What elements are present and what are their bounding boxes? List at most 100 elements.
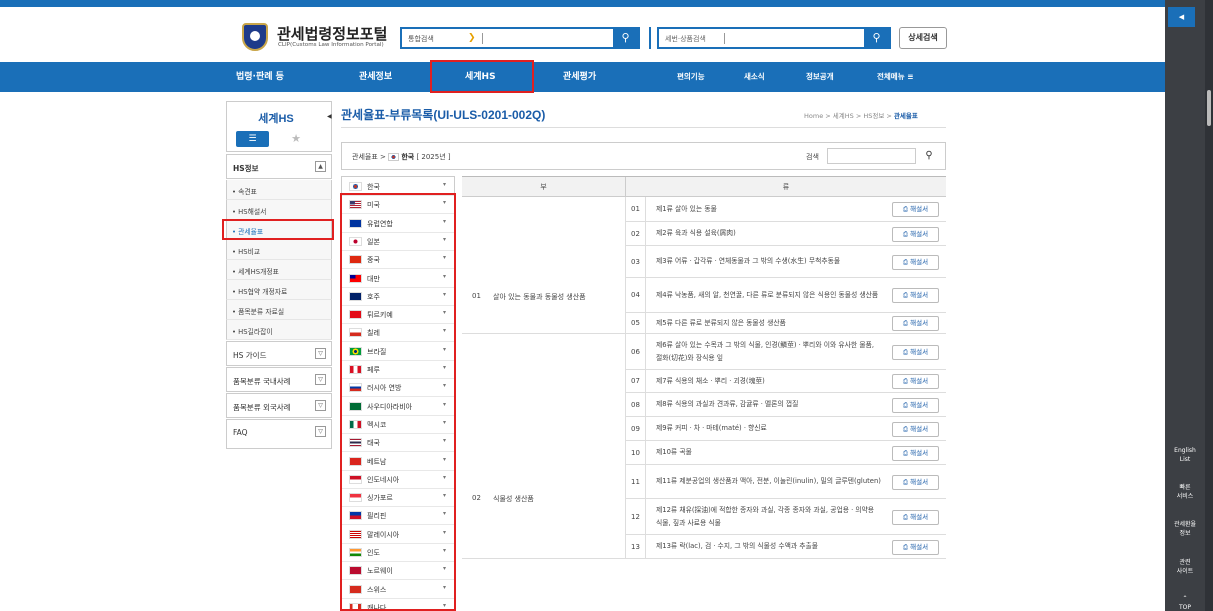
chapter-number: 07 bbox=[626, 370, 646, 392]
explanation-button[interactable]: ⎙ 해설서 bbox=[892, 509, 939, 525]
expand-icon[interactable]: ▽ bbox=[315, 400, 326, 411]
nav-item-all-menu[interactable]: 전체메뉴 ≡ bbox=[877, 62, 914, 92]
sidebar-section-label: HS정보 bbox=[233, 164, 259, 173]
filter-bar: 관세율표 > 한국 [ 2025년 ] 검색 ⚲ bbox=[341, 142, 946, 170]
explanation-button[interactable]: ⎙ 해설서 bbox=[892, 374, 939, 389]
explanation-button[interactable]: ⎙ 해설서 bbox=[892, 474, 939, 490]
table-row: 07 제7류 식용의 채소ㆍ뿌리ㆍ괴경(塊莖) ⎙ 해설서 bbox=[626, 370, 946, 393]
filter-search-input[interactable] bbox=[827, 148, 916, 164]
kr-flag-icon bbox=[349, 182, 362, 191]
chapter-number: 11 bbox=[626, 465, 646, 498]
explanation-button[interactable]: ⎙ 해설서 bbox=[892, 288, 939, 303]
integrated-search-box[interactable]: 통합검색 ❯ ⚲ bbox=[400, 27, 640, 49]
rail-exchange-rate[interactable]: 관세환율 정보 bbox=[1165, 520, 1205, 538]
explanation-button[interactable]: ⎙ 해설서 bbox=[892, 202, 939, 217]
chapter-title[interactable]: 제13류 락(lac), 검ㆍ수지, 그 밖의 식물성 수액과 추출물 bbox=[656, 535, 882, 558]
chapter-title[interactable]: 제4류 낙농품, 새의 알, 천연꿀, 다른 류로 분류되지 않은 식용인 동물… bbox=[656, 278, 882, 312]
sidebar-item-hs-explanatory[interactable]: • HS해설서 bbox=[226, 200, 332, 220]
table-row: 13 제13류 락(lac), 검ㆍ수지, 그 밖의 식물성 수액과 추출물 ⎙ 해… bbox=[626, 535, 946, 559]
chapter-title[interactable]: 제6류 살아 있는 수목과 그 밖의 식물, 인경(鱗莖)ㆍ뿌리와 이와 유사한… bbox=[656, 334, 882, 369]
explanation-button[interactable]: ⎙ 해설서 bbox=[892, 226, 939, 242]
rail-english-list[interactable]: English List bbox=[1165, 446, 1205, 464]
sidebar-section-domestic-cases[interactable]: 품목분류 국내사례 ▽ bbox=[226, 367, 332, 392]
chapter-title[interactable]: 제9류 커피ㆍ차ㆍ마테(maté)ㆍ향신료 bbox=[656, 417, 882, 440]
expand-icon[interactable]: ▽ bbox=[315, 348, 326, 359]
chapter-title[interactable]: 제1류 살아 있는 동물 bbox=[656, 197, 882, 221]
search-icon: ⚲ bbox=[621, 31, 630, 44]
tariff-search-input[interactable] bbox=[724, 33, 725, 44]
chapter-title[interactable]: 제3류 어류ㆍ갑각류ㆍ연체동물과 그 밖의 수생(水生) 무척추동물 bbox=[656, 246, 882, 277]
explanation-button[interactable]: ⎙ 해설서 bbox=[892, 421, 939, 437]
chapter-title[interactable]: 제11류 제분공업의 생산품과 맥아, 전분, 이눌린(inulin), 밀의 … bbox=[656, 465, 882, 498]
section-name[interactable]: 식물성 생산품 bbox=[493, 494, 534, 504]
search-type-select[interactable]: 통합검색 bbox=[408, 34, 434, 44]
list-icon: ☰ bbox=[248, 134, 257, 144]
explanation-button[interactable]: ⎙ 해설서 bbox=[892, 254, 939, 270]
explanation-button[interactable]: ⎙ 해설서 bbox=[892, 344, 939, 360]
rail-quick-service[interactable]: 빠른 서비스 bbox=[1165, 483, 1205, 501]
rail-related-sites[interactable]: 관련 사이트 bbox=[1165, 558, 1205, 576]
list-view-button[interactable]: ☰ bbox=[236, 131, 269, 147]
explanation-button[interactable]: ⎙ 해설서 bbox=[892, 316, 939, 331]
sidebar-section-foreign-cases[interactable]: 품목분류 외국사례 ▽ bbox=[226, 393, 332, 418]
breadcrumb-hs-info[interactable]: HS정보 bbox=[863, 112, 884, 120]
sidebar-item-classification-archive[interactable]: • 품목분류 자료실 bbox=[226, 300, 332, 320]
rail-collapse-button[interactable]: ◀ bbox=[1168, 7, 1195, 27]
search-input-cursor[interactable] bbox=[482, 33, 483, 44]
sidebar-section-hs-info[interactable]: HS정보 ▲ bbox=[226, 154, 332, 179]
nav-item-news[interactable]: 새소식 bbox=[744, 62, 765, 92]
expand-icon[interactable]: ▽ bbox=[315, 426, 326, 437]
chapter-title[interactable]: 제10류 곡물 bbox=[656, 441, 882, 464]
sidebar-item-hs-convention[interactable]: • HS협약 개정자료 bbox=[226, 280, 332, 300]
explanation-button[interactable]: ⎙ 해설서 bbox=[892, 445, 939, 461]
collapse-icon[interactable]: ▲ bbox=[315, 161, 326, 172]
chapter-number: 05 bbox=[626, 313, 646, 333]
table-row: 04 제4류 낙농품, 새의 알, 천연꿀, 다른 류로 분류되지 않은 식용인 … bbox=[626, 278, 946, 313]
search-button[interactable]: ⚲ bbox=[613, 29, 638, 47]
country-list-highlight bbox=[340, 193, 456, 611]
sidebar-section-faq[interactable]: FAQ ▽ bbox=[226, 419, 332, 449]
rail-top-button[interactable]: ⌃ TOP bbox=[1165, 594, 1205, 611]
scrollbar-thumb[interactable] bbox=[1207, 90, 1211, 126]
search-divider bbox=[649, 27, 651, 49]
nav-item-valuation[interactable]: 관세평가 bbox=[563, 62, 596, 92]
explanation-button[interactable]: ⎙ 해설서 bbox=[892, 397, 939, 413]
tariff-search-button[interactable]: ⚲ bbox=[864, 29, 889, 47]
nav-item-law[interactable]: 법령·판례 등 bbox=[236, 62, 284, 92]
logo-title: 관세법령정보포털 bbox=[277, 26, 388, 43]
collapse-arrow-icon[interactable]: ◀ bbox=[327, 113, 332, 120]
search-icon: ⚲ bbox=[925, 150, 933, 161]
chapter-title[interactable]: 제8류 식용의 과실과 견과류, 감귤류ㆍ멜론의 껍질 bbox=[656, 393, 882, 416]
explanation-button[interactable]: ⎙ 해설서 bbox=[892, 539, 939, 555]
chapter-number: 01 bbox=[626, 197, 646, 221]
section-name[interactable]: 살아 있는 동물과 동물성 생산품 bbox=[493, 292, 586, 302]
chapter-title[interactable]: 제2류 육과 식용 설육(屑肉) bbox=[656, 222, 882, 245]
sidebar-section-hs-guide[interactable]: HS 가이드 ▽ bbox=[226, 341, 332, 366]
sidebar-item-hs-revision[interactable]: • 세계HS개정표 bbox=[226, 260, 332, 280]
nav-item-disclosure[interactable]: 정보공개 bbox=[806, 62, 834, 92]
chapter-title[interactable]: 제7류 식용의 채소ㆍ뿌리ㆍ괴경(塊莖) bbox=[656, 370, 882, 392]
tariff-search-box[interactable]: 세번·상품검색 ⚲ bbox=[657, 27, 891, 49]
table-row: 05 제5류 다른 류로 분류되지 않은 동물성 생산품 ⎙ 해설서 bbox=[626, 313, 946, 334]
chevron-down-icon[interactable]: ▾ bbox=[443, 181, 446, 188]
sidebar-item-hs-compare[interactable]: • HS비교 bbox=[226, 240, 332, 260]
favorite-button[interactable]: ★ bbox=[285, 131, 307, 147]
sidebar-item-hs-guide[interactable]: • HS길라잡이 bbox=[226, 320, 332, 340]
breadcrumb-home[interactable]: Home bbox=[804, 112, 823, 120]
nav-item-convenience[interactable]: 편의기능 bbox=[677, 62, 705, 92]
table-row: 02 제2류 육과 식용 설육(屑肉) ⎙ 해설서 bbox=[626, 222, 946, 246]
chapter-number: 09 bbox=[626, 417, 646, 440]
chapter-title[interactable]: 제12류 채유(採油)에 적합한 종자와 과실, 각종 종자와 과실, 공업용ㆍ… bbox=[656, 499, 882, 534]
arrow-up-icon: ⌃ bbox=[1182, 595, 1188, 602]
breadcrumb-world-hs[interactable]: 세계HS bbox=[833, 112, 854, 120]
detail-search-button[interactable]: 상세검색 bbox=[899, 27, 947, 49]
sidebar-item-quick-table[interactable]: • 속견표 bbox=[226, 180, 332, 200]
nav-item-customs-info[interactable]: 관세정보 bbox=[359, 62, 392, 92]
breadcrumb: Home > 세계HS > HS정보 > 관세율표 bbox=[804, 112, 918, 120]
table-row: 01 제1류 살아 있는 동물 ⎙ 해설서 bbox=[626, 197, 946, 222]
chapter-number: 03 bbox=[626, 246, 646, 277]
chapter-title[interactable]: 제5류 다른 류로 분류되지 않은 동물성 생산품 bbox=[656, 313, 882, 333]
expand-icon[interactable]: ▽ bbox=[315, 374, 326, 385]
chevron-down-icon[interactable]: ❯ bbox=[468, 33, 476, 43]
filter-search-button[interactable]: ⚲ bbox=[919, 147, 939, 165]
